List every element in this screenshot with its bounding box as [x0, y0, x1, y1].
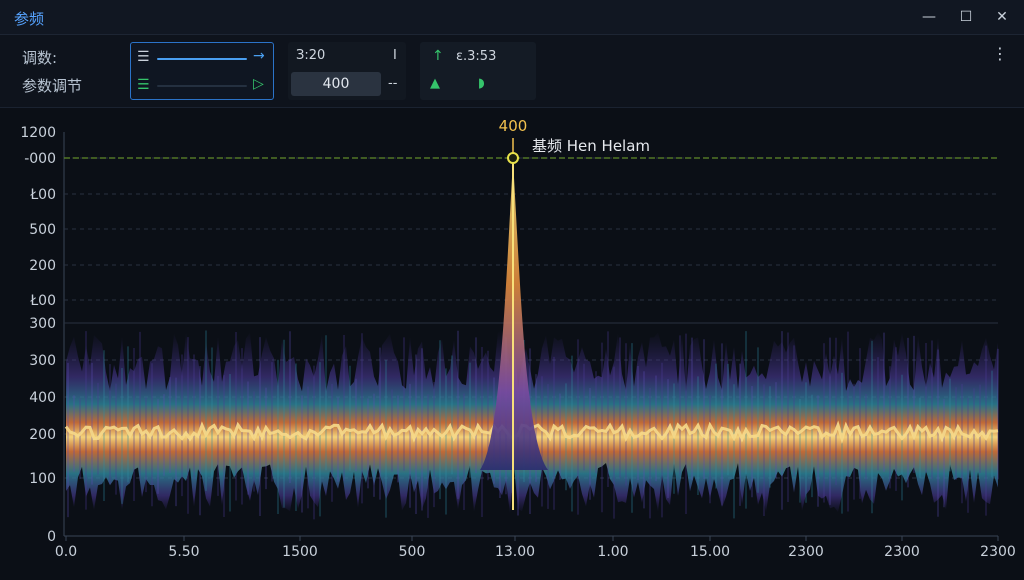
list-icon[interactable]: ☰ [137, 77, 150, 93]
menu-icon[interactable]: ☰ [137, 49, 150, 65]
spectrum-svg: 1200 -000 Ł00 500 200 Ł00 300 300 400 200 100 0 0.0… [20, 117, 1016, 560]
range-dash: -- [388, 76, 398, 91]
x-tick-label: 5.50 [168, 544, 199, 560]
x-tick-label: 2300 [884, 544, 920, 560]
y-tick-label: 400 [29, 390, 56, 406]
slider-group: ☰ → ☰ ▷ [130, 42, 274, 100]
y-tick-label: 1200 [20, 125, 56, 141]
separator: I [393, 48, 397, 63]
frequency-group: З:20 I 400 -- [288, 42, 406, 100]
y-axis-ticks: 1200 -000 Ł00 500 200 Ł00 300 300 400 200 100 0 [20, 125, 56, 545]
params-heading: 调数: [22, 49, 58, 67]
close-icon[interactable]: ✕ [991, 6, 1013, 28]
x-axis-ticks: 0.0 5.50 1500 500 13.00 1.00 15.00 2300 2300 2300 [55, 536, 1016, 560]
x-tick-label: 13.00 [495, 544, 535, 560]
x-tick-label: 15.00 [690, 544, 730, 560]
x-tick-label: 500 [399, 544, 426, 560]
window-title: 参频 [14, 10, 45, 28]
arrow-up-icon[interactable]: ↑ [432, 48, 444, 64]
slider-track-1[interactable] [157, 58, 247, 60]
signal-icon[interactable]: ◗ [478, 76, 485, 91]
x-tick-label: 0.0 [55, 544, 77, 560]
bell-icon[interactable]: ▲ [430, 76, 440, 91]
y-tick-label: 200 [29, 258, 56, 274]
play-icon[interactable]: ▷ [253, 76, 264, 92]
y-tick-label: Ł00 [29, 187, 56, 203]
peak-annotation: 基频 Hen Helam [532, 137, 650, 155]
params-subheading: 参数调节 [22, 77, 83, 95]
status-group: ↑ ε.3:53 ▲ ◗ [420, 42, 536, 100]
maximize-icon[interactable]: ☐ [955, 6, 977, 28]
x-tick-label: 1.00 [597, 544, 628, 560]
spectrum-chart: 1200 -000 Ł00 500 200 Ł00 300 300 400 200 100 0 0.0… [0, 108, 1024, 576]
y-tick-label: 300 [29, 316, 56, 332]
y-tick-label: Ł00 [29, 293, 56, 309]
y-tick-label: 500 [29, 222, 56, 238]
minimize-icon[interactable]: — [918, 6, 940, 28]
y-tick-label: 0 [47, 529, 56, 545]
x-tick-label: 1500 [282, 544, 318, 560]
peak-label: 400 [499, 117, 528, 135]
y-tick-label: 300 [29, 353, 56, 369]
status-time: ε.3:53 [456, 49, 497, 64]
title-bar: 参频 — ☐ ✕ [0, 0, 1024, 35]
y-tick-label: -000 [24, 151, 56, 167]
y-tick-label: 200 [29, 427, 56, 443]
more-vertical-icon[interactable]: ⋮ [992, 44, 1008, 63]
frequency-input[interactable]: 400 [291, 72, 381, 96]
time-value: З:20 [296, 48, 326, 63]
arrow-right-icon[interactable]: → [253, 48, 265, 64]
x-tick-label: 2300 [788, 544, 824, 560]
slider-track-2[interactable] [157, 85, 247, 87]
y-tick-label: 100 [29, 471, 56, 487]
x-tick-label: 2300 [980, 544, 1016, 560]
peak-marker [507, 152, 519, 164]
